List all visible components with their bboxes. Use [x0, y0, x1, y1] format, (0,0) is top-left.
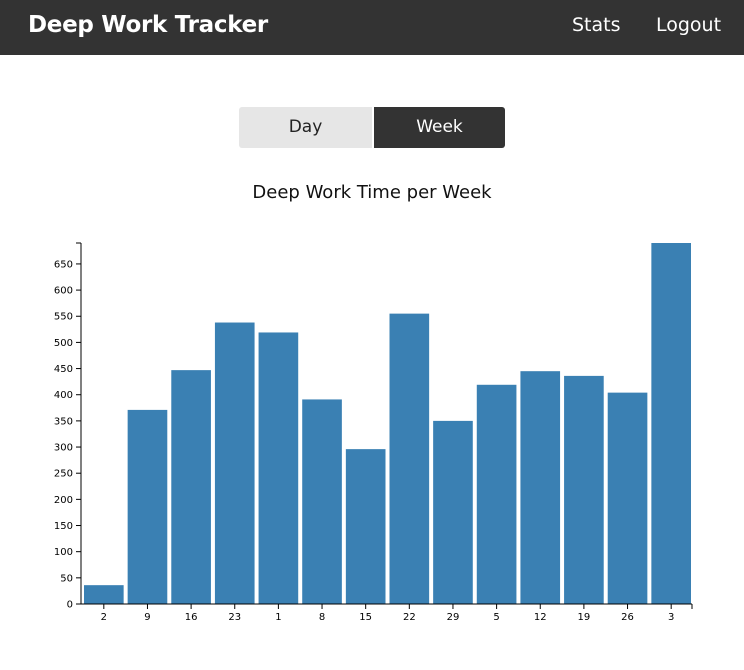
y-tick-label-100: 100	[54, 547, 73, 558]
bar-15	[345, 449, 386, 604]
y-tick-label-400: 400	[54, 390, 73, 401]
bar-22	[389, 313, 430, 604]
y-tick-label-450: 450	[54, 364, 73, 375]
bar-23	[214, 322, 255, 604]
x-tick-label-26: 26	[621, 612, 634, 623]
x-tick-label-3: 3	[668, 612, 674, 623]
bar-8	[302, 399, 342, 604]
x-tick-label-15: 15	[359, 612, 372, 623]
bar-26	[607, 392, 648, 604]
x-tick-label-12: 12	[534, 612, 547, 623]
y-tick-label-150: 150	[54, 521, 73, 532]
x-tick-label-29: 29	[447, 612, 460, 623]
y-tick-label-50: 50	[60, 573, 73, 584]
bar-chart: 0 50 100 150 200 250 300 350 400 450 500 550 600 650 2…	[54, 242, 693, 623]
x-tick-label-16: 16	[185, 612, 198, 623]
bar-2	[84, 585, 124, 604]
y-tick-label-350: 350	[54, 416, 73, 427]
y-tick-label-500: 500	[54, 338, 73, 349]
bar-9	[127, 409, 168, 604]
x-tick-label-22: 22	[403, 612, 416, 623]
bar-1	[258, 332, 299, 604]
y-tick-label-650: 650	[54, 259, 73, 270]
y-tick-label-300: 300	[54, 443, 73, 454]
bar-5	[476, 384, 517, 604]
bar-3	[651, 243, 691, 604]
x-tick-label-2: 2	[101, 612, 107, 623]
bar-19	[564, 375, 604, 604]
y-tick-label-0: 0	[67, 600, 73, 611]
bar-16	[171, 370, 211, 604]
x-tick-label-1: 1	[275, 612, 281, 623]
y-tick-label-250: 250	[54, 469, 73, 480]
x-tick-label-23: 23	[228, 612, 241, 623]
x-tick-label-9: 9	[144, 612, 150, 623]
bar-29	[433, 420, 473, 604]
y-tick-label-550: 550	[54, 312, 73, 323]
x-tick-label-8: 8	[319, 612, 325, 623]
y-tick-label-600: 600	[54, 286, 73, 297]
x-tick-label-19: 19	[578, 612, 591, 623]
y-tick-label-200: 200	[54, 495, 73, 506]
x-tick-label-5: 5	[493, 612, 499, 623]
bar-12	[520, 371, 561, 604]
